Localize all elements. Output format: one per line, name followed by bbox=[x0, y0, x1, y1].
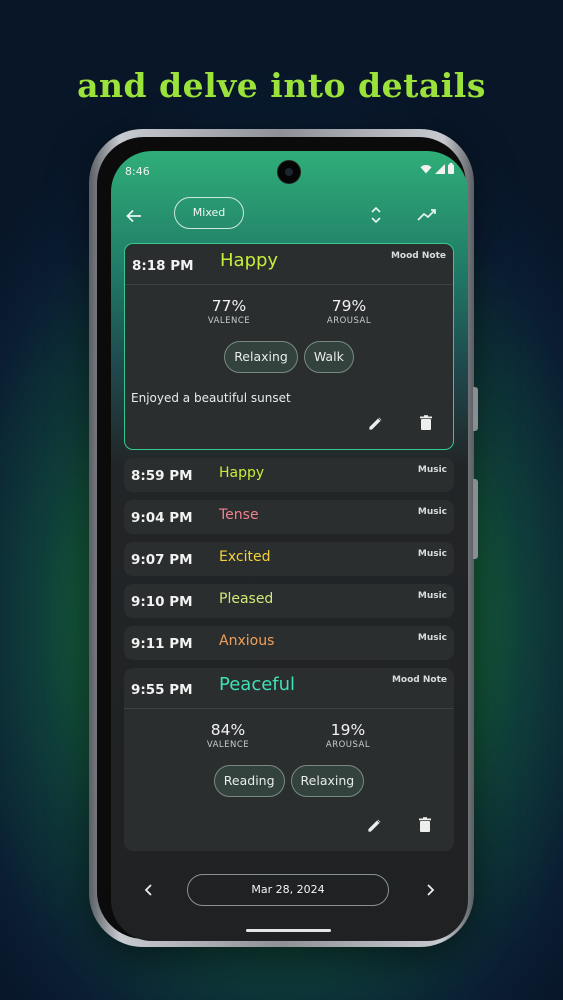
phone-frame: 8:46 Mixed 8:18 PM Happy Mood Note 77% V… bbox=[89, 129, 478, 947]
entry-actions bbox=[125, 405, 453, 449]
entry-mood: Tense bbox=[219, 507, 259, 523]
entry-header: 9:07 PM Excited Music bbox=[124, 542, 454, 576]
entry-header: 9:10 PM Pleased Music bbox=[124, 584, 454, 618]
valence-value: 84% bbox=[210, 721, 246, 739]
valence-value: 77% bbox=[211, 297, 247, 315]
date-selector[interactable]: Mar 28, 2024 bbox=[187, 874, 389, 906]
valence-label: VALENCE bbox=[206, 740, 250, 750]
entry-mood: Excited bbox=[219, 549, 271, 565]
entry-header: 9:11 PM Anxious Music bbox=[124, 626, 454, 660]
wifi-icon bbox=[420, 164, 432, 174]
power-button bbox=[473, 387, 478, 431]
entry-stats: 77% VALENCE 79% AROUSAL bbox=[125, 285, 453, 355]
entry-mood: Happy bbox=[219, 465, 265, 481]
entry-card[interactable]: 9:07 PM Excited Music bbox=[124, 542, 454, 576]
entry-type: Music bbox=[417, 591, 447, 601]
entry-time: 9:11 PM bbox=[131, 636, 193, 652]
system-icons bbox=[420, 163, 454, 174]
chevron-left-icon[interactable] bbox=[139, 879, 159, 901]
entry-mood: Happy bbox=[220, 250, 279, 271]
entry-mood: Pleased bbox=[219, 591, 274, 607]
app-screen: 8:46 Mixed 8:18 PM Happy Mood Note 77% V… bbox=[111, 151, 468, 941]
home-indicator[interactable] bbox=[246, 929, 331, 932]
valence-label: VALENCE bbox=[207, 316, 251, 326]
delete-icon[interactable] bbox=[415, 815, 435, 835]
arousal-label: AROUSAL bbox=[326, 316, 372, 326]
entry-mood: Peaceful bbox=[219, 674, 296, 695]
entry-header: 9:55 PM Peaceful Mood Note bbox=[124, 668, 454, 709]
arousal-value: 19% bbox=[330, 721, 366, 739]
back-arrow-icon[interactable] bbox=[119, 201, 149, 231]
promo-title: and delve into details bbox=[77, 66, 486, 105]
top-toolbar: Mixed bbox=[111, 195, 468, 237]
entry-time: 8:59 PM bbox=[131, 468, 193, 484]
entry-type: Mood Note bbox=[390, 251, 446, 261]
entry-card[interactable]: 8:18 PM Happy Mood Note 77% VALENCE 79% … bbox=[124, 243, 454, 450]
battery-icon bbox=[448, 163, 454, 174]
arousal-value: 79% bbox=[331, 297, 367, 315]
entry-time: 9:55 PM bbox=[131, 682, 193, 698]
entry-header: 9:04 PM Tense Music bbox=[124, 500, 454, 534]
signal-icon bbox=[435, 163, 445, 174]
entry-card[interactable]: 8:59 PM Happy Music bbox=[124, 458, 454, 492]
entry-card[interactable]: 9:10 PM Pleased Music bbox=[124, 584, 454, 618]
entry-type: Music bbox=[417, 465, 447, 475]
entry-header: 8:59 PM Happy Music bbox=[124, 458, 454, 492]
filter-chip-mixed[interactable]: Mixed bbox=[174, 197, 244, 229]
entry-card[interactable]: 9:11 PM Anxious Music bbox=[124, 626, 454, 660]
trend-icon[interactable] bbox=[414, 203, 440, 227]
chevron-right-icon[interactable] bbox=[420, 879, 440, 901]
date-navigation: Mar 28, 2024 bbox=[111, 871, 468, 911]
entry-type: Music bbox=[417, 507, 447, 517]
entry-time: 9:04 PM bbox=[131, 510, 193, 526]
arousal-stat: 19% AROUSAL bbox=[303, 721, 393, 750]
entry-note: Enjoyed a beautiful sunset bbox=[131, 391, 291, 405]
edit-icon[interactable] bbox=[366, 413, 386, 433]
entry-type: Mood Note bbox=[391, 675, 447, 685]
valence-stat: 77% VALENCE bbox=[184, 297, 274, 326]
arousal-label: AROUSAL bbox=[325, 740, 371, 750]
status-bar: 8:46 bbox=[111, 151, 468, 191]
sort-icon[interactable] bbox=[363, 201, 389, 229]
entry-mood: Anxious bbox=[219, 633, 275, 649]
front-camera bbox=[277, 160, 301, 184]
status-time: 8:46 bbox=[125, 165, 150, 178]
entry-time: 9:07 PM bbox=[131, 552, 193, 568]
entry-stats: 84% VALENCE 19% AROUSAL bbox=[124, 709, 454, 779]
entry-list: 8:18 PM Happy Mood Note 77% VALENCE 79% … bbox=[124, 243, 454, 859]
entry-type: Music bbox=[417, 549, 447, 559]
entry-actions bbox=[124, 799, 454, 851]
arousal-stat: 79% AROUSAL bbox=[304, 297, 394, 326]
entry-time: 9:10 PM bbox=[131, 594, 193, 610]
entry-card[interactable]: 9:04 PM Tense Music bbox=[124, 500, 454, 534]
delete-icon[interactable] bbox=[416, 413, 436, 433]
volume-button bbox=[473, 479, 478, 559]
entry-card[interactable]: 9:55 PM Peaceful Mood Note 84% VALENCE 1… bbox=[124, 668, 454, 851]
entry-time: 8:18 PM bbox=[132, 258, 194, 274]
entry-type: Music bbox=[417, 633, 447, 643]
entry-header: 8:18 PM Happy Mood Note bbox=[125, 244, 453, 285]
valence-stat: 84% VALENCE bbox=[183, 721, 273, 750]
edit-icon[interactable] bbox=[365, 815, 385, 835]
phone-bezel: 8:46 Mixed 8:18 PM Happy Mood Note 77% V… bbox=[97, 137, 468, 941]
